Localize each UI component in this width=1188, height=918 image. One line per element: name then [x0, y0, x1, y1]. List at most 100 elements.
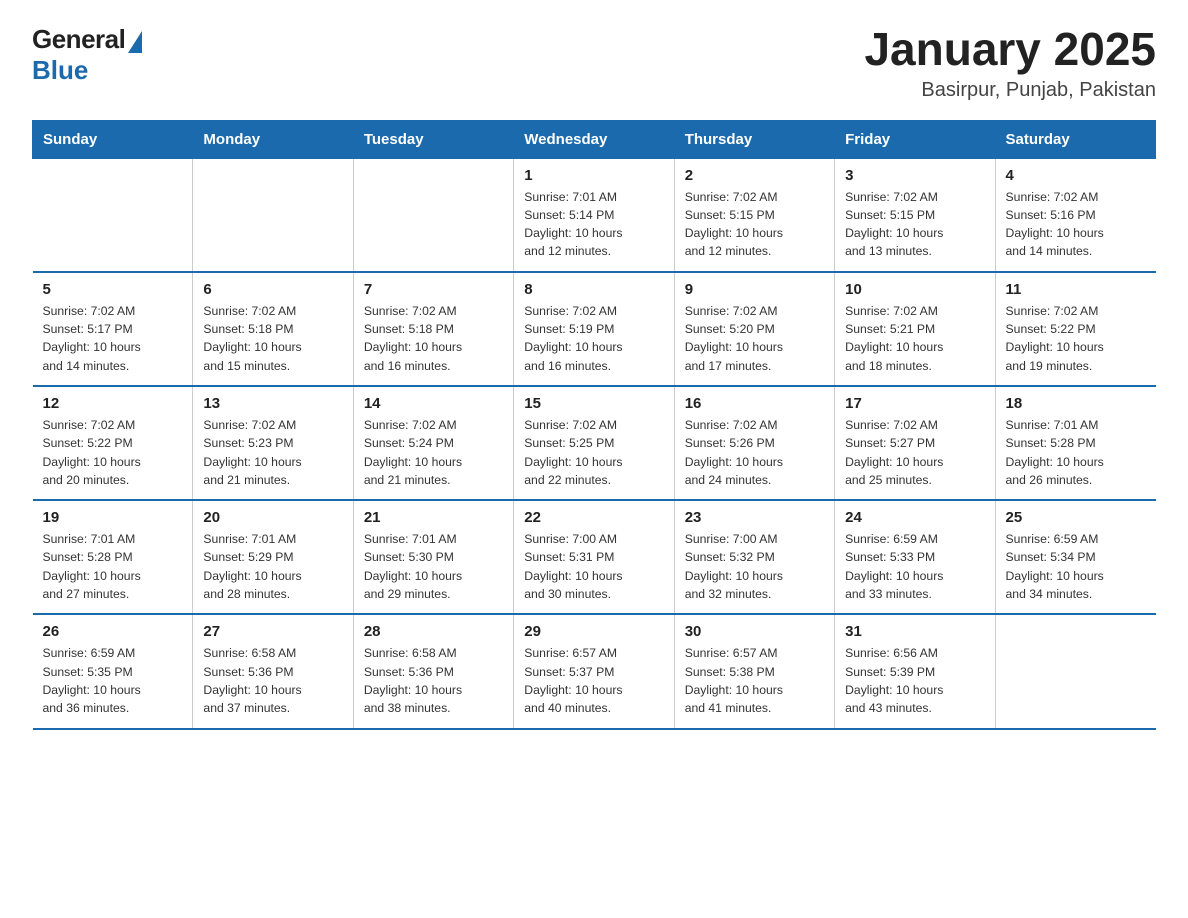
header-monday: Monday	[193, 120, 353, 158]
cell-info: Sunrise: 7:02 AMSunset: 5:18 PMDaylight:…	[203, 302, 342, 375]
day-number: 16	[685, 395, 824, 412]
calendar-cell: 14 Sunrise: 7:02 AMSunset: 5:24 PMDayligh…	[353, 386, 513, 500]
day-number: 2	[685, 167, 824, 184]
day-number: 1	[524, 167, 663, 184]
title-section: January 2025 Basirpur, Punjab, Pakistan	[864, 24, 1156, 102]
calendar-cell: 9 Sunrise: 7:02 AMSunset: 5:20 PMDaylight…	[674, 272, 834, 386]
cell-info: Sunrise: 7:02 AMSunset: 5:21 PMDaylight:…	[845, 302, 984, 375]
calendar-cell: 16 Sunrise: 7:02 AMSunset: 5:26 PMDayligh…	[674, 386, 834, 500]
calendar-cell: 17Sunrise: 7:02 AMSunset: 5:27 PMDayligh…	[835, 386, 995, 500]
calendar-cell: 30Sunrise: 6:57 AMSunset: 5:38 PMDayligh…	[674, 614, 834, 728]
cell-info: Sunrise: 7:02 AMSunset: 5:22 PMDaylight:…	[43, 416, 183, 489]
header-sunday: Sunday	[33, 120, 193, 158]
header-tuesday: Tuesday	[353, 120, 513, 158]
calendar-cell: 1 Sunrise: 7:01 AMSunset: 5:14 PMDaylight…	[514, 158, 674, 272]
calendar-cell: 26Sunrise: 6:59 AMSunset: 5:35 PMDayligh…	[33, 614, 193, 728]
calendar-week-row: 12Sunrise: 7:02 AMSunset: 5:22 PMDayligh…	[33, 386, 1156, 500]
calendar-cell: 29 Sunrise: 6:57 AMSunset: 5:37 PMDayligh…	[514, 614, 674, 728]
month-year-title: January 2025	[864, 24, 1156, 75]
calendar-cell: 5 Sunrise: 7:02 AMSunset: 5:17 PMDaylight…	[33, 272, 193, 386]
calendar-cell: 21Sunrise: 7:01 AMSunset: 5:30 PMDayligh…	[353, 500, 513, 614]
cell-info: Sunrise: 7:01 AMSunset: 5:29 PMDaylight:…	[203, 530, 342, 603]
cell-info: Sunrise: 7:00 AMSunset: 5:32 PMDaylight:…	[685, 530, 824, 603]
cell-info: Sunrise: 7:01 AMSunset: 5:28 PMDaylight:…	[1006, 416, 1146, 489]
day-number: 31	[845, 623, 984, 640]
calendar-cell	[353, 158, 513, 272]
cell-info: Sunrise: 7:01 AMSunset: 5:28 PMDaylight:…	[43, 530, 183, 603]
cell-info: Sunrise: 7:02 AMSunset: 5:15 PMDaylight:…	[845, 188, 984, 261]
calendar-cell	[33, 158, 193, 272]
day-number: 28	[364, 623, 503, 640]
day-number: 27	[203, 623, 342, 640]
header-thursday: Thursday	[674, 120, 834, 158]
logo-blue-text: Blue	[32, 55, 88, 86]
page-header: General Blue January 2025 Basirpur, Punj…	[32, 24, 1156, 102]
calendar-cell: 10 Sunrise: 7:02 AMSunset: 5:21 PMDayligh…	[835, 272, 995, 386]
calendar-cell: 7 Sunrise: 7:02 AMSunset: 5:18 PMDaylight…	[353, 272, 513, 386]
day-number: 30	[685, 623, 824, 640]
cell-info: Sunrise: 7:02 AMSunset: 5:24 PMDaylight:…	[364, 416, 503, 489]
calendar-cell: 2 Sunrise: 7:02 AMSunset: 5:15 PMDaylight…	[674, 158, 834, 272]
logo: General Blue	[32, 24, 142, 86]
day-number: 7	[364, 281, 503, 298]
cell-info: Sunrise: 7:02 AMSunset: 5:18 PMDaylight:…	[364, 302, 503, 375]
day-number: 9	[685, 281, 824, 298]
cell-info: Sunrise: 7:02 AMSunset: 5:17 PMDaylight:…	[43, 302, 183, 375]
calendar-cell	[995, 614, 1155, 728]
day-number: 21	[364, 509, 503, 526]
cell-info: Sunrise: 6:59 AMSunset: 5:34 PMDaylight:…	[1006, 530, 1146, 603]
day-number: 8	[524, 281, 663, 298]
day-number: 18	[1006, 395, 1146, 412]
cell-info: Sunrise: 6:56 AMSunset: 5:39 PMDaylight:…	[845, 644, 984, 717]
calendar-cell: 22Sunrise: 7:00 AMSunset: 5:31 PMDayligh…	[514, 500, 674, 614]
cell-info: Sunrise: 7:02 AMSunset: 5:15 PMDaylight:…	[685, 188, 824, 261]
cell-info: Sunrise: 6:59 AMSunset: 5:33 PMDaylight:…	[845, 530, 984, 603]
calendar-cell: 24 Sunrise: 6:59 AMSunset: 5:33 PMDayligh…	[835, 500, 995, 614]
location-subtitle: Basirpur, Punjab, Pakistan	[864, 79, 1156, 102]
calendar-cell: 8 Sunrise: 7:02 AMSunset: 5:19 PMDaylight…	[514, 272, 674, 386]
calendar-week-row: 19 Sunrise: 7:01 AMSunset: 5:28 PMDayligh…	[33, 500, 1156, 614]
cell-info: Sunrise: 6:58 AMSunset: 5:36 PMDaylight:…	[203, 644, 342, 717]
day-number: 5	[43, 281, 183, 298]
day-number: 6	[203, 281, 342, 298]
day-number: 29	[524, 623, 663, 640]
calendar-table: SundayMondayTuesdayWednesdayThursdayFrid…	[32, 120, 1156, 730]
calendar-cell: 6 Sunrise: 7:02 AMSunset: 5:18 PMDaylight…	[193, 272, 353, 386]
cell-info: Sunrise: 7:01 AMSunset: 5:14 PMDaylight:…	[524, 188, 663, 261]
calendar-cell	[193, 158, 353, 272]
cell-info: Sunrise: 7:02 AMSunset: 5:19 PMDaylight:…	[524, 302, 663, 375]
day-number: 22	[524, 509, 663, 526]
calendar-cell: 19 Sunrise: 7:01 AMSunset: 5:28 PMDayligh…	[33, 500, 193, 614]
cell-info: Sunrise: 7:02 AMSunset: 5:25 PMDaylight:…	[524, 416, 663, 489]
logo-general-text: General	[32, 24, 125, 55]
calendar-week-row: 26Sunrise: 6:59 AMSunset: 5:35 PMDayligh…	[33, 614, 1156, 728]
day-number: 17	[845, 395, 984, 412]
calendar-header-row: SundayMondayTuesdayWednesdayThursdayFrid…	[33, 120, 1156, 158]
day-number: 20	[203, 509, 342, 526]
day-number: 10	[845, 281, 984, 298]
calendar-cell: 12Sunrise: 7:02 AMSunset: 5:22 PMDayligh…	[33, 386, 193, 500]
cell-info: Sunrise: 7:02 AMSunset: 5:23 PMDaylight:…	[203, 416, 342, 489]
calendar-cell: 23 Sunrise: 7:00 AMSunset: 5:32 PMDayligh…	[674, 500, 834, 614]
cell-info: Sunrise: 7:02 AMSunset: 5:22 PMDaylight:…	[1006, 302, 1146, 375]
cell-info: Sunrise: 6:57 AMSunset: 5:37 PMDaylight:…	[524, 644, 663, 717]
day-number: 19	[43, 509, 183, 526]
cell-info: Sunrise: 7:02 AMSunset: 5:26 PMDaylight:…	[685, 416, 824, 489]
day-number: 24	[845, 509, 984, 526]
cell-info: Sunrise: 6:58 AMSunset: 5:36 PMDaylight:…	[364, 644, 503, 717]
day-number: 14	[364, 395, 503, 412]
day-number: 11	[1006, 281, 1146, 298]
calendar-week-row: 5 Sunrise: 7:02 AMSunset: 5:17 PMDaylight…	[33, 272, 1156, 386]
cell-info: Sunrise: 6:59 AMSunset: 5:35 PMDaylight:…	[43, 644, 183, 717]
calendar-cell: 18 Sunrise: 7:01 AMSunset: 5:28 PMDayligh…	[995, 386, 1155, 500]
calendar-cell: 3Sunrise: 7:02 AMSunset: 5:15 PMDaylight…	[835, 158, 995, 272]
calendar-week-row: 1 Sunrise: 7:01 AMSunset: 5:14 PMDaylight…	[33, 158, 1156, 272]
cell-info: Sunrise: 7:02 AMSunset: 5:16 PMDaylight:…	[1006, 188, 1146, 261]
logo-triangle-icon	[128, 31, 142, 53]
day-number: 23	[685, 509, 824, 526]
cell-info: Sunrise: 7:02 AMSunset: 5:20 PMDaylight:…	[685, 302, 824, 375]
calendar-cell: 28 Sunrise: 6:58 AMSunset: 5:36 PMDayligh…	[353, 614, 513, 728]
calendar-cell: 27 Sunrise: 6:58 AMSunset: 5:36 PMDayligh…	[193, 614, 353, 728]
calendar-cell: 20 Sunrise: 7:01 AMSunset: 5:29 PMDayligh…	[193, 500, 353, 614]
calendar-cell: 11 Sunrise: 7:02 AMSunset: 5:22 PMDayligh…	[995, 272, 1155, 386]
